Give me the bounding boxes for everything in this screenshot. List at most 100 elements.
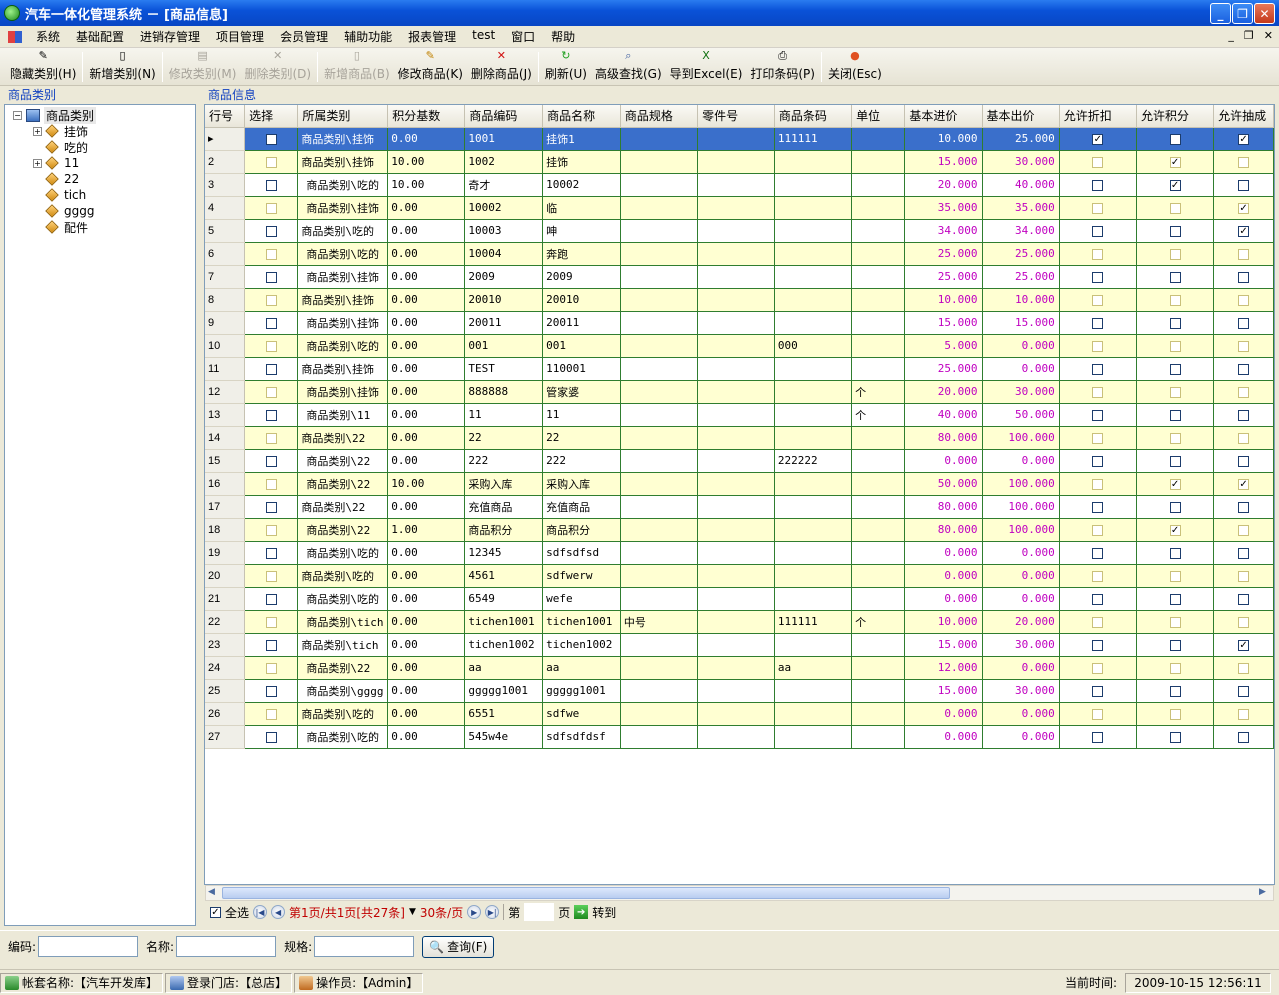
- checkbox-cell[interactable]: [244, 288, 299, 312]
- table-cell[interactable]: [697, 426, 775, 450]
- row-number[interactable]: 12: [205, 380, 246, 404]
- mdi-minimize-icon[interactable]: _: [1228, 29, 1234, 42]
- checkbox[interactable]: [1169, 455, 1181, 467]
- table-cell[interactable]: 个: [851, 403, 906, 427]
- table-cell[interactable]: 110001: [542, 357, 621, 381]
- table-cell[interactable]: sdfwe: [542, 702, 621, 726]
- table-row[interactable]: 16 商品类别\22 10.00 采购入库 采购入库 50.000 100.000 ✓ ✓: [205, 472, 1274, 496]
- table-cell[interactable]: [620, 518, 699, 542]
- table-row[interactable]: 3 商品类别\吃的 10.00 奇才 10002 20.000 40.000 ✓: [205, 173, 1274, 197]
- table-cell[interactable]: 6549: [464, 587, 544, 611]
- table-cell[interactable]: [697, 173, 775, 197]
- checkbox-cell[interactable]: [244, 587, 299, 611]
- table-cell[interactable]: [620, 426, 699, 450]
- table-cell[interactable]: [620, 702, 699, 726]
- checkbox[interactable]: [265, 340, 277, 352]
- checkbox-cell[interactable]: [1213, 587, 1274, 611]
- table-cell[interactable]: 222: [542, 449, 621, 473]
- table-cell[interactable]: [774, 173, 853, 197]
- checkbox[interactable]: [1092, 547, 1104, 559]
- table-cell[interactable]: [697, 334, 775, 358]
- menu-item[interactable]: 基础配置: [68, 28, 132, 45]
- checkbox-cell[interactable]: [244, 127, 299, 151]
- first-page-icon[interactable]: |◀: [253, 905, 268, 919]
- checkbox[interactable]: [1169, 662, 1181, 674]
- table-cell[interactable]: 0.000: [904, 449, 983, 473]
- checkbox[interactable]: [1092, 639, 1104, 651]
- checkbox[interactable]: [1238, 386, 1250, 398]
- checkbox-cell[interactable]: [244, 495, 299, 519]
- table-cell[interactable]: 25.000: [904, 242, 983, 266]
- table-cell[interactable]: 50.000: [982, 403, 1060, 427]
- table-cell[interactable]: 0.00: [387, 587, 466, 611]
- column-header[interactable]: 单位: [851, 105, 906, 128]
- checkbox-cell[interactable]: [1213, 288, 1274, 312]
- checkbox[interactable]: [1092, 478, 1104, 490]
- goto-button[interactable]: 转到: [592, 904, 616, 921]
- checkbox-cell[interactable]: [1136, 541, 1215, 565]
- table-cell[interactable]: 0.00: [387, 288, 466, 312]
- table-cell[interactable]: 20011: [542, 311, 621, 335]
- table-cell[interactable]: [774, 495, 853, 519]
- table-row[interactable]: 17 商品类别\22 0.00 充值商品 充值商品 80.000 100.000: [205, 495, 1274, 519]
- table-cell[interactable]: [697, 610, 775, 634]
- column-header[interactable]: 允许积分: [1136, 105, 1215, 128]
- checkbox-cell[interactable]: [1059, 518, 1137, 542]
- table-cell[interactable]: 商品类别\挂饰: [297, 150, 389, 174]
- table-row[interactable]: 15 商品类别\22 0.00 222 222 222222 0.000 0.000: [205, 449, 1274, 473]
- checkbox[interactable]: [1092, 156, 1104, 168]
- table-cell[interactable]: [774, 150, 853, 174]
- checkbox-cell[interactable]: [1136, 587, 1215, 611]
- tree-node[interactable]: gggg: [33, 203, 94, 219]
- table-cell[interactable]: 35.000: [904, 196, 983, 220]
- table-cell[interactable]: [851, 288, 906, 312]
- checkbox-cell[interactable]: [1059, 311, 1137, 335]
- table-cell[interactable]: [774, 679, 853, 703]
- checkbox-cell[interactable]: [244, 449, 299, 473]
- table-cell[interactable]: [774, 702, 853, 726]
- table-cell[interactable]: 商品类别\gggg: [297, 679, 389, 703]
- table-cell[interactable]: [851, 426, 906, 450]
- table-cell[interactable]: [774, 426, 853, 450]
- tree-root[interactable]: − 商品类别: [13, 106, 97, 124]
- close-window-button[interactable]: ✕: [1254, 3, 1275, 24]
- checkbox[interactable]: [1092, 731, 1104, 743]
- table-cell[interactable]: [697, 518, 775, 542]
- checkbox-cell[interactable]: [244, 403, 299, 427]
- checkbox[interactable]: ✓: [1092, 133, 1104, 145]
- table-cell[interactable]: 0.00: [387, 196, 466, 220]
- checkbox[interactable]: [265, 317, 277, 329]
- table-cell[interactable]: [774, 357, 853, 381]
- table-cell[interactable]: 10002: [464, 196, 544, 220]
- mdi-close-icon[interactable]: ✕: [1264, 29, 1273, 42]
- table-cell[interactable]: 20010: [464, 288, 544, 312]
- table-cell[interactable]: [851, 472, 906, 496]
- table-cell[interactable]: 0.00: [387, 656, 466, 680]
- checkbox-cell[interactable]: [1213, 449, 1274, 473]
- table-row[interactable]: 6 商品类别\吃的 0.00 10004 奔跑 25.000 25.000: [205, 242, 1274, 266]
- table-cell[interactable]: 0.000: [982, 541, 1060, 565]
- checkbox-cell[interactable]: [1059, 242, 1137, 266]
- checkbox-cell[interactable]: [1136, 219, 1215, 243]
- table-cell[interactable]: 30.000: [982, 150, 1060, 174]
- checkbox[interactable]: [265, 547, 277, 559]
- table-cell[interactable]: [697, 219, 775, 243]
- table-row[interactable]: 7 商品类别\挂饰 0.00 2009 2009 25.000 25.000: [205, 265, 1274, 289]
- table-cell[interactable]: 0.00: [387, 495, 466, 519]
- next-page-icon[interactable]: ▶: [467, 905, 482, 919]
- checkbox[interactable]: ✓: [1238, 478, 1250, 490]
- table-cell[interactable]: 20.000: [904, 380, 983, 404]
- checkbox-cell[interactable]: [1059, 472, 1137, 496]
- table-cell[interactable]: 商品类别\吃的: [297, 334, 389, 358]
- table-cell[interactable]: 中号: [620, 610, 699, 634]
- table-cell[interactable]: [774, 564, 853, 588]
- table-cell[interactable]: 商品类别\22: [297, 472, 389, 496]
- checkbox-cell[interactable]: [1213, 426, 1274, 450]
- menu-item[interactable]: test: [464, 28, 503, 45]
- checkbox[interactable]: [265, 271, 277, 283]
- checkbox[interactable]: [1169, 547, 1181, 559]
- column-header[interactable]: 商品编码: [464, 105, 544, 128]
- checkbox-cell[interactable]: [1213, 173, 1274, 197]
- row-indicator[interactable]: ▸: [205, 127, 246, 151]
- table-row[interactable]: 22 商品类别\tich 0.00 tichen1001 tichen1001 中号 111…: [205, 610, 1274, 634]
